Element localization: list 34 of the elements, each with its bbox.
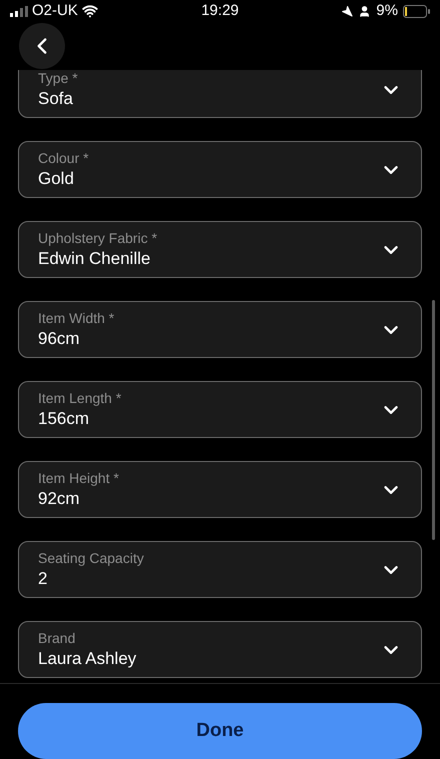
location-arrow-icon: [341, 5, 354, 17]
dropdown-field[interactable]: Brand Laura Ashley: [18, 621, 422, 678]
dropdown-field[interactable]: Upholstery Fabric * Edwin Chenille: [18, 221, 422, 278]
person-icon: [358, 4, 372, 18]
dropdown-field[interactable]: Type * Sofa: [18, 70, 422, 118]
field-value: Edwin Chenille: [38, 248, 152, 270]
field-value: 2: [38, 568, 48, 590]
field-label: Item Width *: [38, 308, 116, 326]
battery-percent: 9%: [376, 0, 398, 21]
field-label: Upholstery Fabric *: [38, 228, 158, 246]
dropdown-field[interactable]: Seating Capacity 2: [18, 541, 422, 598]
field-value: 96cm: [38, 328, 81, 350]
dropdown-field[interactable]: Item Height * 92cm: [18, 461, 422, 518]
field-label: Seating Capacity: [38, 548, 145, 566]
done-button[interactable]: Done: [18, 703, 422, 759]
field-label: Brand: [38, 628, 76, 646]
field-value: 156cm: [38, 408, 90, 430]
field-label: Item Length *: [38, 388, 122, 406]
wifi-icon: [82, 3, 98, 19]
signal-icon: [10, 6, 28, 16]
field-label: Type *: [38, 70, 79, 86]
field-value: Laura Ashley: [38, 648, 138, 670]
carrier-name: O2-UK: [32, 0, 78, 21]
dropdown-field[interactable]: Item Length * 156cm: [18, 381, 422, 438]
dropdown-field[interactable]: Colour * Gold: [18, 141, 422, 198]
field-value: 92cm: [38, 488, 81, 510]
field-label: Colour *: [38, 148, 90, 166]
field-label: Item Height *: [38, 468, 120, 486]
clock-time: 19:29: [201, 0, 239, 21]
dropdown-field[interactable]: Item Width * 96cm: [18, 301, 422, 358]
field-value: Sofa: [38, 88, 74, 110]
battery-icon: [402, 4, 430, 18]
field-value: Gold: [38, 168, 75, 190]
back-button[interactable]: [19, 23, 65, 69]
